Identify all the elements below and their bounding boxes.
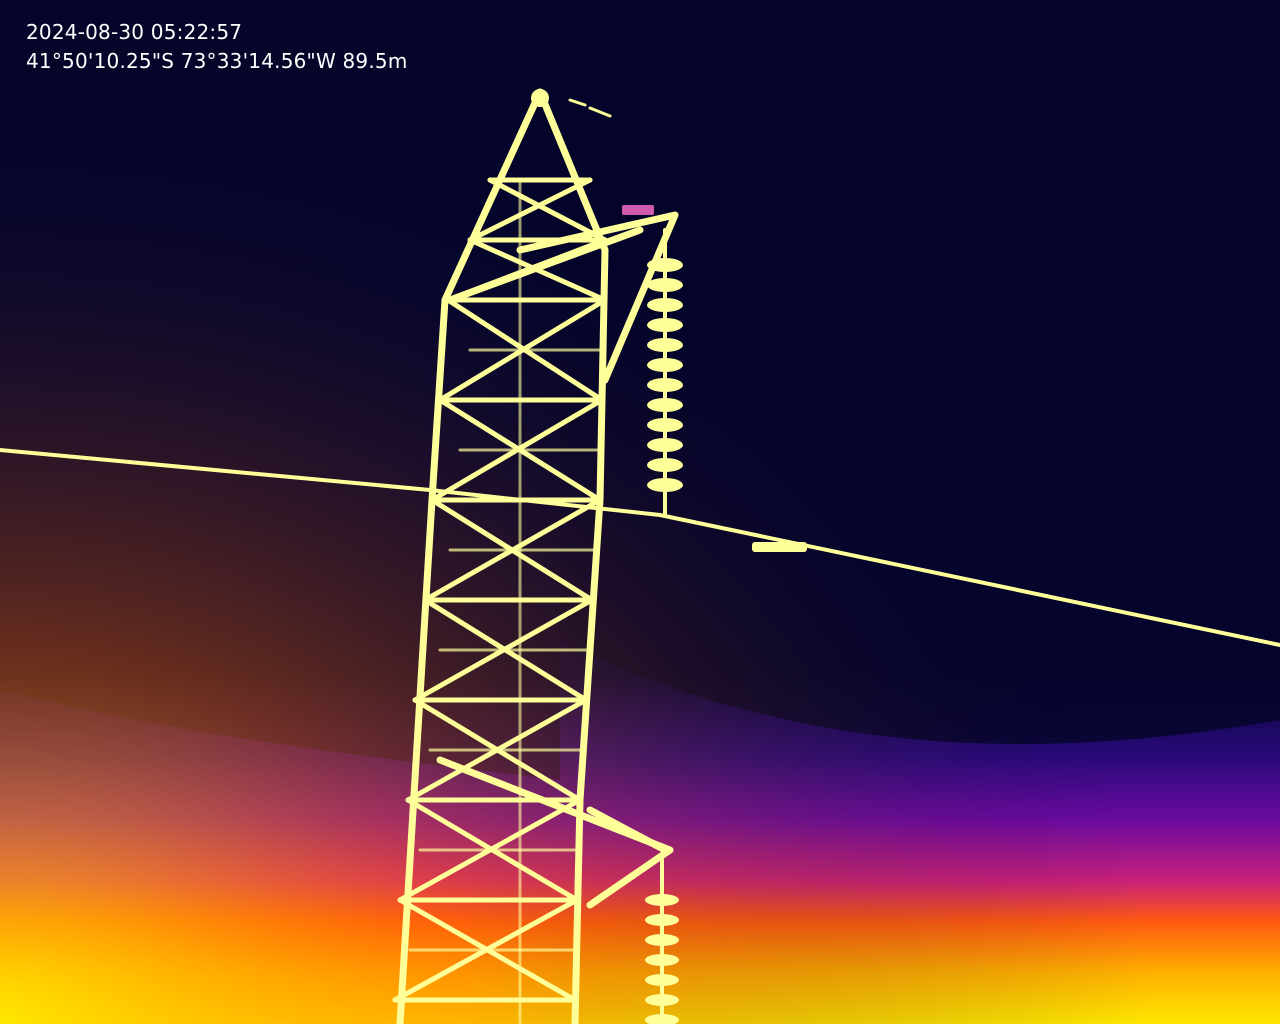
- thermal-camera-frame: 2024-08-30 05:22:57 41°50'10.25"S 73°33'…: [0, 0, 1280, 1024]
- power-line: [0, 448, 1280, 647]
- timestamp-text: 2024-08-30 05:22:57: [26, 20, 243, 44]
- gps-coordinates-text: 41°50'10.25"S 73°33'14.56"W 89.5m: [26, 49, 408, 73]
- bird-marks: [568, 98, 612, 118]
- transmission-tower: [396, 88, 679, 1024]
- camera-osd-overlay: 2024-08-30 05:22:57 41°50'10.25"S 73°33'…: [26, 18, 408, 76]
- hot-spot: [622, 205, 654, 215]
- tower-lattice: [392, 177, 608, 1024]
- line-marker: [752, 542, 807, 552]
- transmission-tower-scene: [0, 88, 1280, 1024]
